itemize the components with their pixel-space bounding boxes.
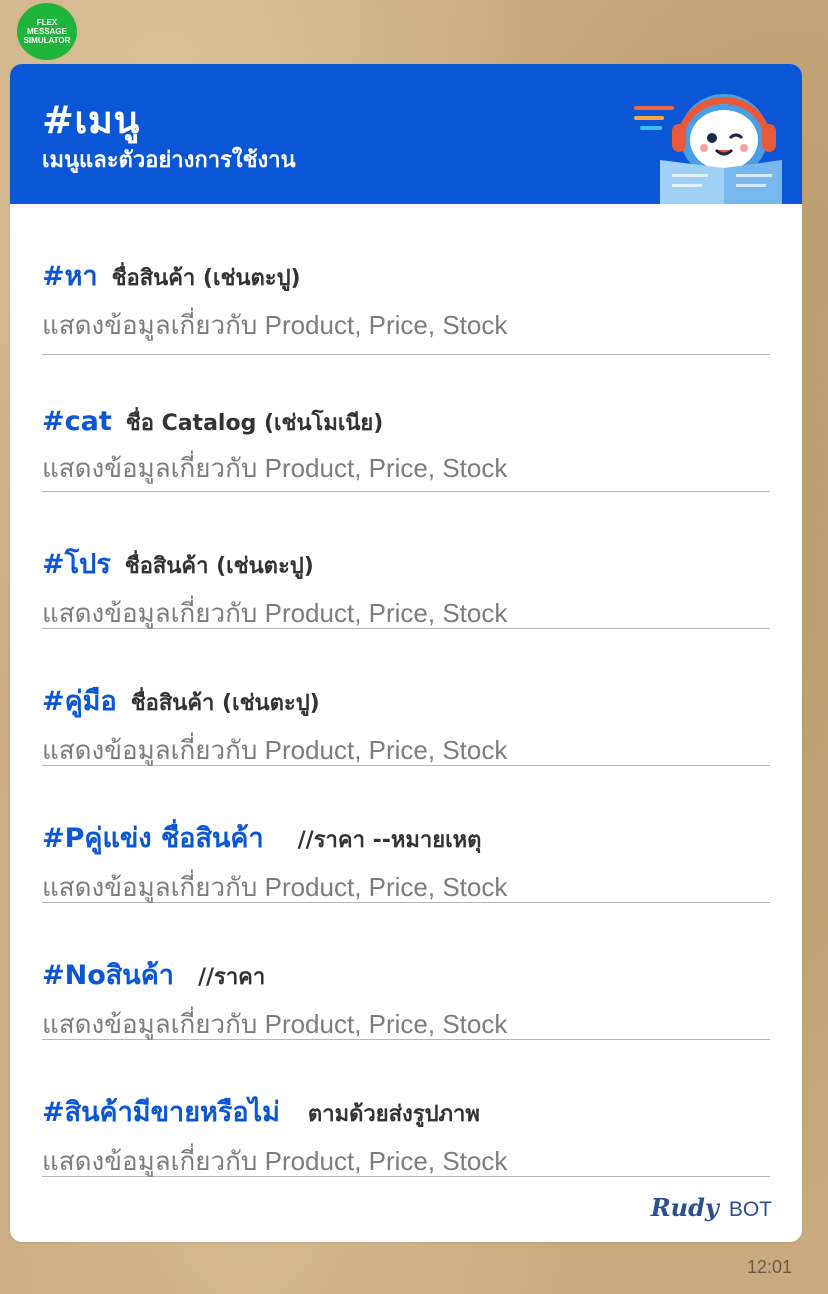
menu-description: แสดงข้อมูลเกี่ยวกับ Product, Price, Stoc… [42, 310, 508, 340]
menu-description: แสดงข้อมูลเกี่ยวกับ Product, Price, Stoc… [42, 1146, 508, 1176]
menu-command: #Noสินค้า [42, 960, 174, 991]
menu-command: #Pคู่แข่ง ชื่อสินค้า [42, 823, 264, 854]
menu-item-no-product[interactable]: #Noสินค้า //ราคา แสดงข้อมูลเกี่ยวกับ Pro… [42, 903, 770, 1040]
menu-item-manual[interactable]: #คู่มือ ชื่อสินค้า (เช่นตะปู) แสดงข้อมูล… [42, 629, 770, 766]
message-timestamp: 12:01 [746, 1257, 792, 1277]
menu-command: #cat [42, 406, 112, 437]
menu-argument: ชื่อสินค้า (เช่นตะปู) [111, 266, 301, 291]
card-footer: Rudy BOT [651, 1193, 772, 1222]
menu-command: #หา [42, 261, 98, 292]
menu-argument: ชื่อสินค้า (เช่นตะปู) [130, 691, 320, 716]
menu-description: แสดงข้อมูลเกี่ยวกับ Product, Price, Stoc… [42, 1009, 508, 1039]
menu-item-promotion[interactable]: #โปร ชื่อสินค้า (เช่นตะปู) แสดงข้อมูลเกี… [42, 492, 770, 629]
badge-label: FLEX MESSAGE SIMULATOR [23, 18, 71, 45]
card-header: #เมนู เมนูและตัวอย่างการใช้งาน [10, 64, 802, 204]
mascot-icon [634, 94, 782, 204]
menu-description: แสดงข้อมูลเกี่ยวกับ Product, Price, Stoc… [42, 735, 508, 765]
menu-command: #คู่มือ [42, 686, 117, 717]
brand-logo: Rudy [650, 1193, 719, 1222]
menu-item-competitor[interactable]: #Pคู่แข่ง ชื่อสินค้า //ราคา --หมายเหตุ แ… [42, 766, 770, 903]
brand-suffix: BOT [728, 1198, 772, 1221]
menu-command: #สินค้ามีขายหรือไม่ [42, 1097, 280, 1128]
menu-description: แสดงข้อมูลเกี่ยวกับ Product, Price, Stoc… [42, 872, 508, 902]
menu-item-catalog[interactable]: #cat ชื่อ Catalog (เช่นโมเนีย) แสดงข้อมู… [42, 355, 770, 492]
menu-item-availability[interactable]: #สินค้ามีขายหรือไม่ ตามด้วยส่งรูปภาพ แสด… [42, 1040, 770, 1177]
menu-list: #หา ชื่อสินค้า (เช่นตะปู) แสดงข้อมูลเกี่… [10, 204, 802, 1177]
menu-argument: //ราคา [197, 965, 266, 990]
menu-argument: ชื่อสินค้า (เช่นตะปู) [124, 554, 314, 579]
menu-command: #โปร [42, 549, 111, 580]
menu-argument: ตามด้วยส่งรูปภาพ [307, 1102, 480, 1127]
flex-simulator-badge: FLEX MESSAGE SIMULATOR [17, 3, 77, 60]
menu-argument: ชื่อ Catalog (เช่นโมเนีย) [125, 411, 384, 436]
flex-message-card: #เมนู เมนูและตัวอย่างการใช้งาน #หา ชื่อส… [10, 64, 802, 1242]
menu-description: แสดงข้อมูลเกี่ยวกับ Product, Price, Stoc… [42, 598, 508, 628]
menu-description: แสดงข้อมูลเกี่ยวกับ Product, Price, Stoc… [42, 453, 508, 483]
menu-item-search[interactable]: #หา ชื่อสินค้า (เช่นตะปู) แสดงข้อมูลเกี่… [42, 204, 770, 355]
menu-argument: //ราคา --หมายเหตุ [297, 828, 482, 853]
